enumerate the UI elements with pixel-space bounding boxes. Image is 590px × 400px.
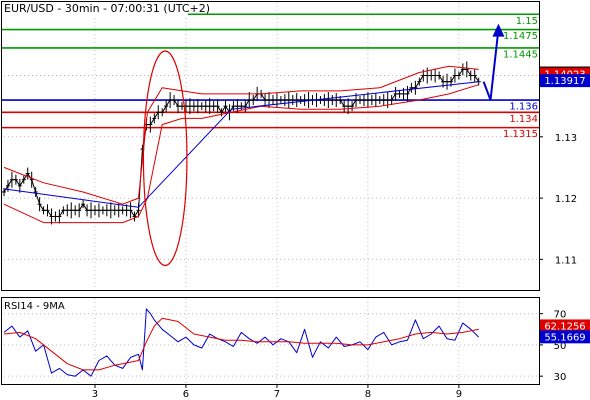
rsi-tags: 62.125655.1669 <box>540 319 590 344</box>
rsi-tag-label: 55.1669 <box>544 332 585 343</box>
x-tick-label: 3 <box>92 389 98 400</box>
level-label: 1.15 <box>516 16 538 27</box>
rsi-title: RSI14 - 9MA <box>4 301 65 312</box>
x-tick-label: 6 <box>183 389 189 400</box>
level-label: 1.1475 <box>503 31 538 42</box>
y-tick-label: 1.11 <box>555 255 577 266</box>
price-tag-label: 1.13917 <box>544 76 585 87</box>
y-tick-label: 30 <box>554 372 567 383</box>
x-tick-label: 7 <box>274 389 280 400</box>
price-axis: 1.111.121.131.14 <box>539 72 577 266</box>
y-tick-label: 1.12 <box>555 194 577 205</box>
level-label: 1.134 <box>509 114 538 125</box>
x-tick-label: 8 <box>365 389 371 400</box>
chart-title: EUR/USD - 30min - 07:00:31 (UTC+2) <box>4 2 210 15</box>
level-label: 1.1445 <box>503 49 538 60</box>
price-tags: 1.140411.140231.13917 <box>540 66 590 88</box>
x-tick-label: 9 <box>456 389 462 400</box>
price-tag: 1.13917 <box>540 74 590 88</box>
chart-stage: 1.151.14751.14451.1361.1341.1315 1.111.1… <box>1 1 590 400</box>
y-tick-label: 70 <box>554 310 567 321</box>
level-label: 1.136 <box>509 102 538 113</box>
rsi-tag: 55.1669 <box>540 330 590 344</box>
y-tick-label: 1.13 <box>555 133 577 144</box>
level-label: 1.1315 <box>503 129 538 140</box>
time-axis: 3 6 7 8 9 <box>92 384 462 400</box>
